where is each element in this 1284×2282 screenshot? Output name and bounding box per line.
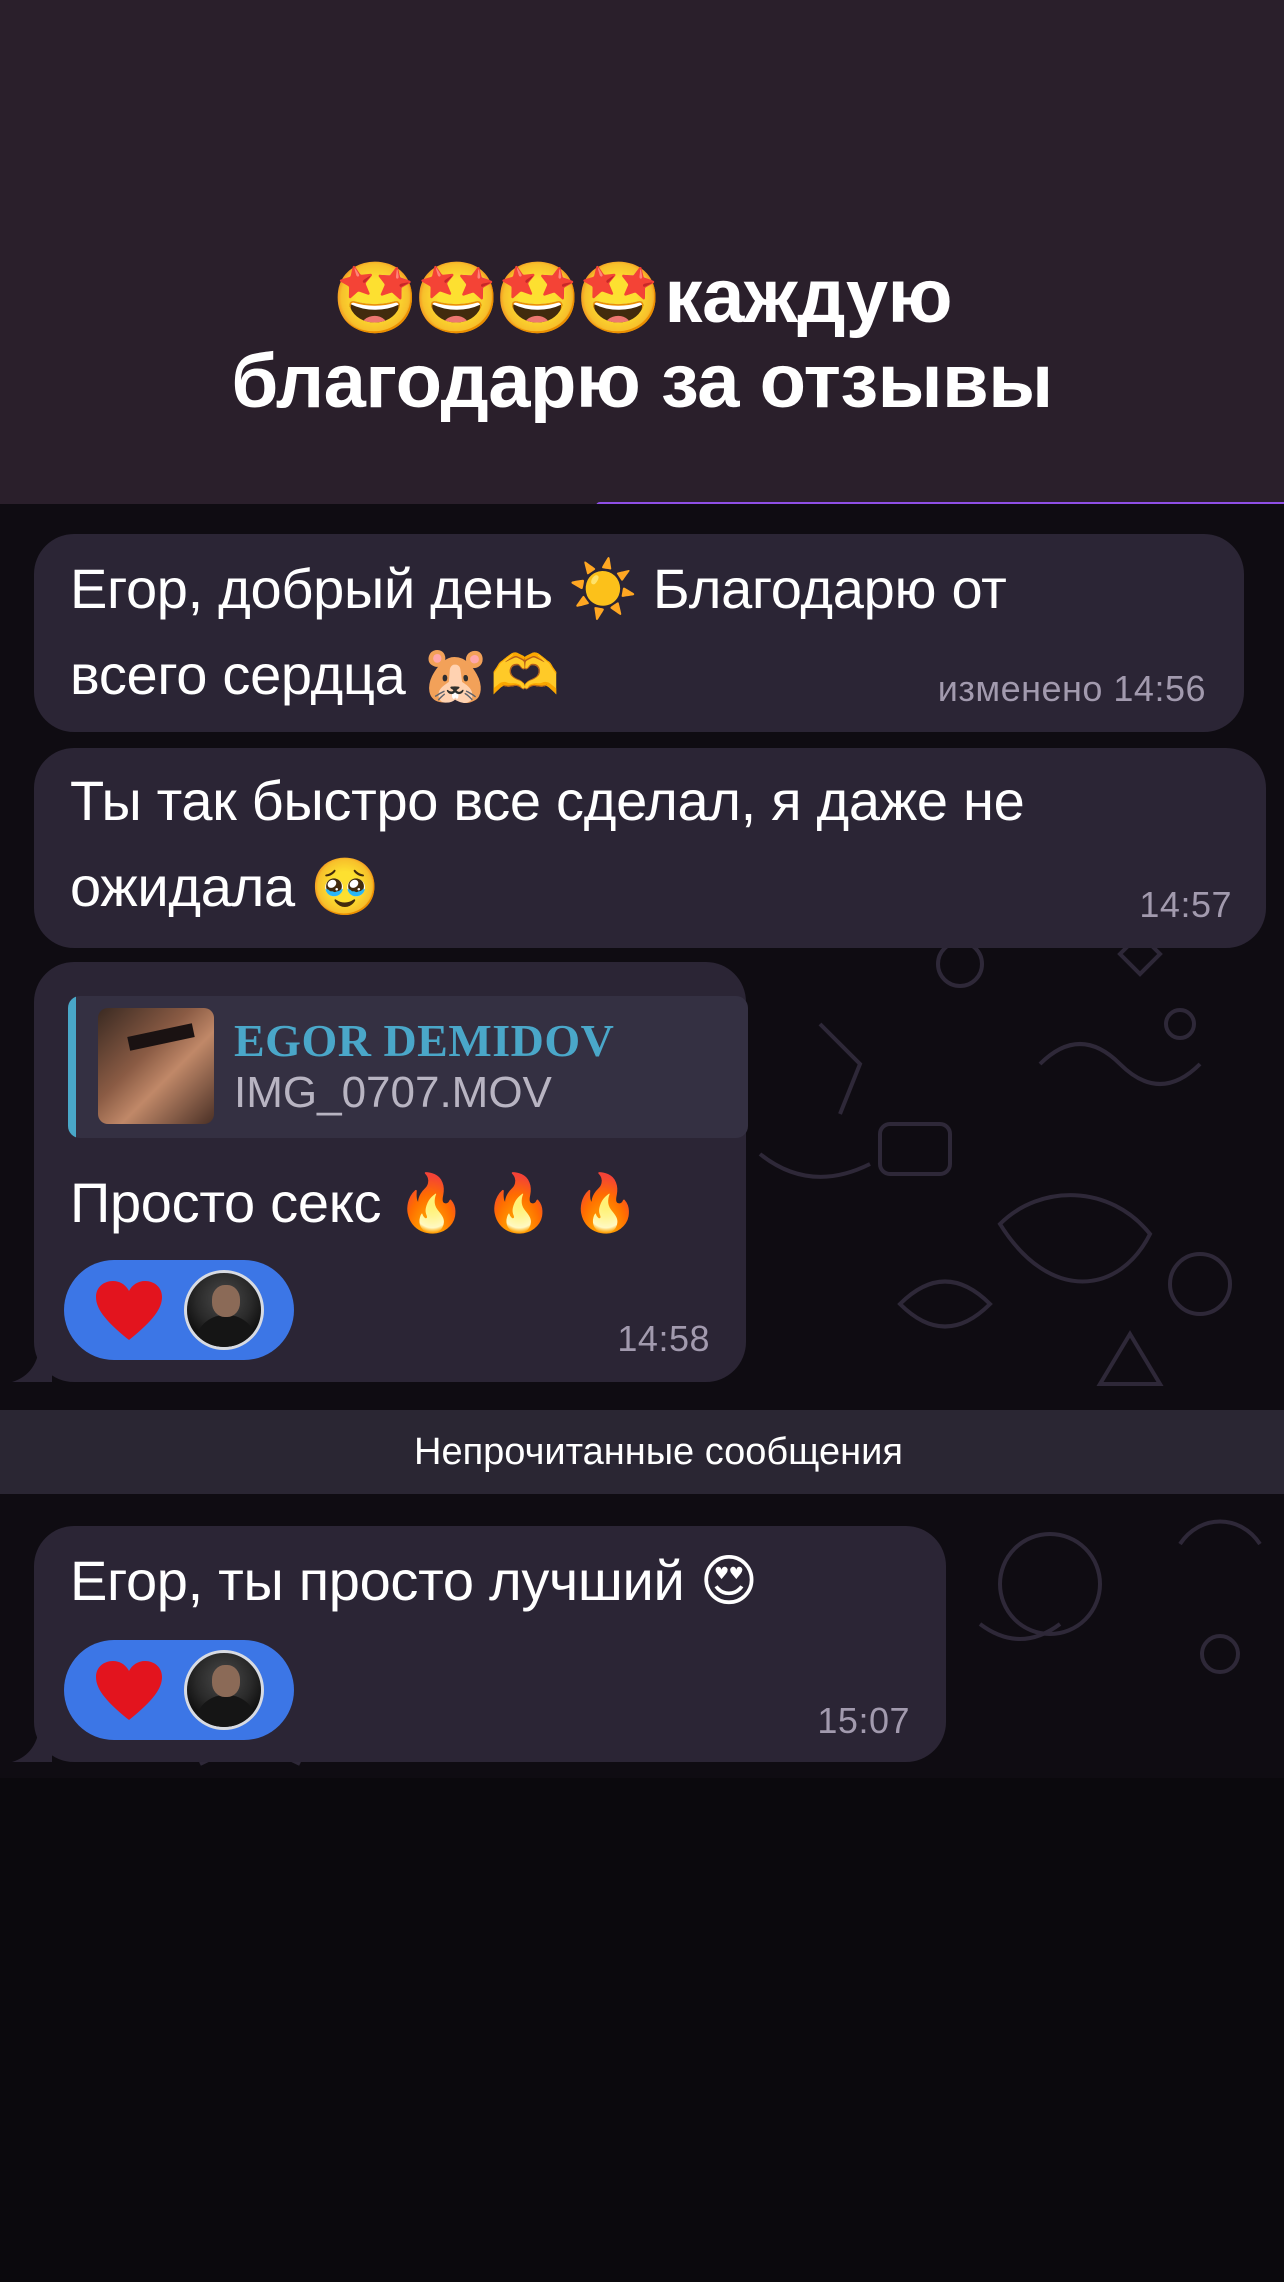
chat-screenshot: Егор, добрый день ☀️ Благодарю от всего … xyxy=(0,504,1284,1778)
video-thumbnail xyxy=(98,1008,214,1124)
header-title-line1: каждую xyxy=(664,254,953,339)
message-text-line1: Ты так быстро все сделал, я даже не xyxy=(70,769,1025,832)
unread-separator: Непрочитанные сообщения xyxy=(0,1410,1284,1494)
reply-author: EGOR DEMIDOV xyxy=(234,1015,615,1066)
message-time: 14:57 xyxy=(1139,884,1232,925)
story-header: 🤩🤩🤩🤩 каждую благодарю за отзывы xyxy=(0,0,1284,504)
message-time: 14:58 xyxy=(617,1318,710,1359)
heart-icon xyxy=(96,1281,162,1340)
header-title: 🤩🤩🤩🤩 каждую благодарю за отзывы xyxy=(0,255,1284,424)
message-bubble[interactable]: Ты так быстро все сделал, я даже не ожид… xyxy=(34,748,1266,948)
avatar xyxy=(184,1270,264,1350)
reaction-chip[interactable] xyxy=(64,1260,294,1360)
header-title-line2: благодарю за отзывы xyxy=(231,339,1053,424)
bubble-tail xyxy=(12,1342,52,1382)
unread-label: Непрочитанные сообщения xyxy=(414,1431,903,1473)
message-time: 15:07 xyxy=(817,1700,910,1741)
heart-eyes-emoji: 😍 xyxy=(699,1549,758,1614)
avatar xyxy=(184,1650,264,1730)
fire-emoji: 🔥 🔥 🔥 xyxy=(396,1171,641,1236)
message-text-line1: Егор, добрый день ☀️ Благодарю от xyxy=(70,557,1007,622)
sun-emoji: ☀️ xyxy=(568,557,638,622)
star-struck-emoji: 🤩🤩🤩🤩 xyxy=(331,257,663,339)
reaction-chip[interactable] xyxy=(64,1640,294,1740)
reply-preview[interactable]: EGOR DEMIDOV IMG_0707.MOV xyxy=(68,996,748,1138)
pleading-emoji: 🥹 xyxy=(310,855,380,920)
message-text-line2: всего сердца 🐹🫶 xyxy=(70,643,560,708)
message-bubble[interactable]: Егор, ты просто лучший 😍 15:07 xyxy=(34,1526,946,1762)
bubble-tail xyxy=(12,1722,52,1762)
message-time: изменено 14:56 xyxy=(937,668,1206,709)
message-text-line2: ожидала 🥹 xyxy=(70,855,380,920)
sticker-emoji: 🐹🫶 xyxy=(420,643,560,708)
reply-accent-bar xyxy=(68,996,76,1138)
message-text: Егор, ты просто лучший 😍 xyxy=(70,1549,758,1614)
reply-filename: IMG_0707.MOV xyxy=(234,1068,552,1117)
message-text: Просто секс 🔥 🔥 🔥 xyxy=(70,1171,641,1236)
heart-icon xyxy=(96,1661,162,1720)
message-bubble[interactable]: Егор, добрый день ☀️ Благодарю от всего … xyxy=(34,534,1244,732)
message-bubble[interactable]: EGOR DEMIDOV IMG_0707.MOV Просто секс 🔥 … xyxy=(34,962,748,1382)
